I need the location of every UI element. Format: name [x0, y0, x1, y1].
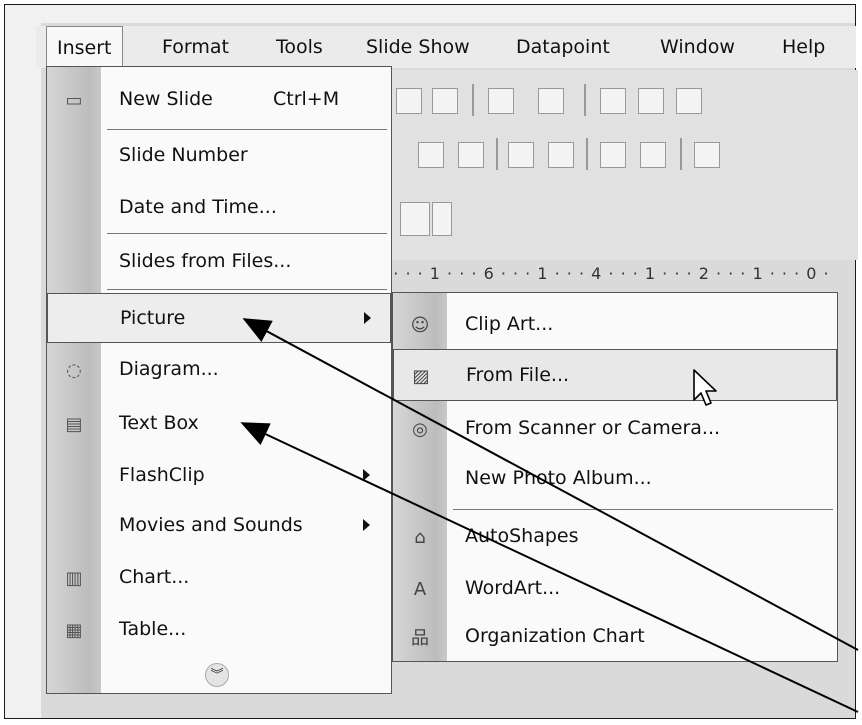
- callout-arrow-text-box: [240, 422, 859, 713]
- callout-arrow-picture: [242, 318, 859, 651]
- callout-arrows: [240, 318, 859, 713]
